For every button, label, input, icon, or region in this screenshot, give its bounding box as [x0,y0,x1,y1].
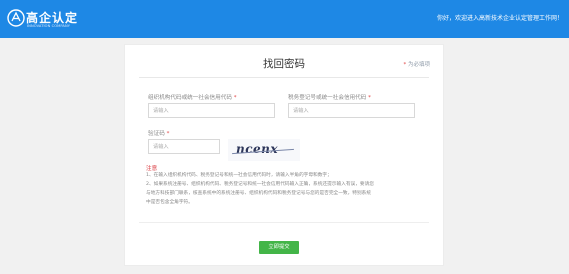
logo[interactable]: 高企认定 INNOVATION COMPANY [6,8,96,34]
tax-code-input[interactable] [288,103,415,118]
captcha-text: ncenx [236,142,279,156]
required-star: * [166,131,170,137]
captcha-input[interactable] [148,139,220,154]
notice-line-2: 2、如果系统注册号、组织机构代码、税务登记号和统一社会信用代码输入正确，系统还提… [146,182,374,187]
footer-divider [139,222,429,223]
org-code-label: 组织机构代码或统一社会信用代码 * [148,93,237,101]
title-divider [139,77,429,78]
welcome-message: 你好，欢迎进入高新技术企业认定管理工作网！ [436,15,563,22]
notice-line-1: 1、在输入组织机构代码、税务登记号和统一社会信用代码时，请输入半角的字母和数字； [146,173,332,178]
captcha-label-text: 验证码 [148,131,165,137]
org-code-label-text: 组织机构代码或统一社会信用代码 [148,95,232,101]
captcha-image[interactable]: ncenx [228,139,300,161]
top-bar: 高企认定 INNOVATION COMPANY 你好，欢迎进入高新技术企业认定管… [0,0,569,38]
notice-line-3: 与地方科技部门联系，核查系统中的系统注册号、组织机构代码和税务登记号与您的是否完… [146,191,372,196]
recover-password-card: 找回密码 * 为必填项 组织机构代码或统一社会信用代码 * 税务登记号或统一社会… [124,44,444,266]
org-code-input[interactable] [148,103,275,118]
notice-title: 注意 [146,166,158,172]
submit-button[interactable]: 立即提交 [259,241,299,254]
tax-code-label: 税务登记号或统一社会信用代码 * [288,93,371,101]
required-hint: * 为必填项 [403,60,430,68]
required-star: * [403,62,407,68]
logo-icon [7,9,25,27]
required-star: * [233,95,237,101]
required-hint-text: 为必填项 [407,62,430,68]
captcha-label: 验证码 * [148,129,169,137]
notice-line-4: 中是否包含全角字符。 [146,200,193,205]
page-title: 找回密码 [263,58,305,70]
tax-code-label-text: 税务登记号或统一社会信用代码 [288,95,367,101]
required-star: * [368,95,371,101]
logo-subtext: INNOVATION COMPANY [27,24,71,28]
